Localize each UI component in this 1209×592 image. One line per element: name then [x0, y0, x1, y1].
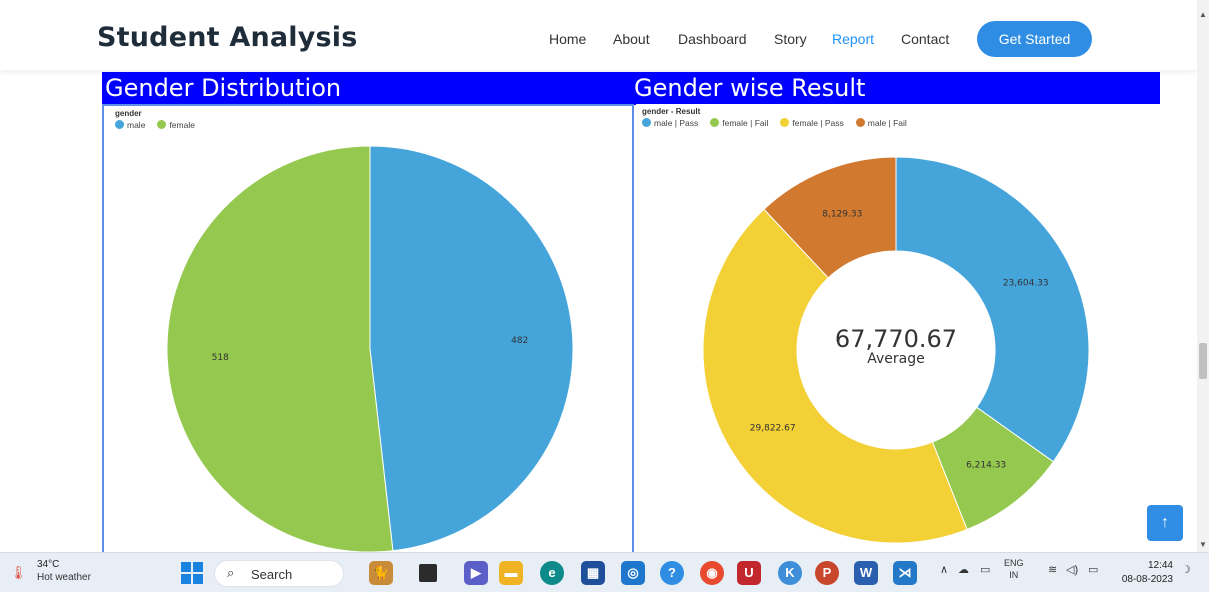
nav-item-home[interactable]: Home — [549, 31, 586, 47]
teams-icon[interactable]: ▶ — [464, 561, 488, 585]
chrome-profile-icon[interactable]: K — [778, 561, 802, 585]
cat-widget-icon[interactable]: 🐈 — [369, 561, 393, 585]
clock-time: 12:44 — [1147, 560, 1173, 571]
nav-item-report[interactable]: Report — [832, 31, 874, 47]
weather-temperature: 34°C — [37, 559, 60, 570]
arrow-up-icon: ↑ — [1161, 514, 1169, 531]
nav-item-contact[interactable]: Contact — [901, 31, 949, 47]
nav-item-story[interactable]: Story — [774, 31, 807, 47]
nav-item-about[interactable]: About — [613, 31, 650, 47]
file-explorer-icon[interactable]: ▬ — [499, 561, 523, 585]
gender-result-title: Gender wise Result — [632, 72, 1160, 105]
gender-result-donut-visual[interactable]: gender - Result male | Pass female | Fail… — [636, 104, 1162, 552]
gender-result-donut-chart: 23,604.33 6,214.33 29,822.67 8,129.33 67,770… — [702, 156, 1090, 544]
store-icon[interactable]: ▦ — [581, 561, 605, 585]
weather-description: Hot weather — [37, 572, 91, 583]
scroll-up-icon[interactable]: ▲ — [1199, 10, 1207, 19]
gender-distribution-title: Gender Distribution — [102, 72, 632, 105]
notifications-icon[interactable]: ☽ — [1181, 563, 1191, 576]
vscode-icon[interactable]: ⋊ — [893, 561, 917, 585]
language-region: IN — [1009, 570, 1019, 580]
clock-date: 08-08-2023 — [1121, 574, 1173, 585]
thermometer-icon: 🌡 — [10, 565, 27, 580]
tray-chevron-icon[interactable]: ∧ — [940, 563, 948, 576]
task-view-icon[interactable] — [419, 564, 437, 582]
app-icon[interactable]: ◎ — [621, 561, 645, 585]
display-icon[interactable]: ▭ — [980, 563, 990, 576]
language-code: ENG — [1004, 558, 1024, 568]
search-icon: ⌕ — [227, 565, 235, 580]
scroll-down-icon[interactable]: ▼ — [1199, 540, 1207, 549]
chrome-icon[interactable]: ? — [660, 561, 684, 585]
scrollbar-thumb[interactable] — [1199, 343, 1207, 379]
word-icon[interactable]: W — [854, 561, 878, 585]
language-indicator[interactable]: ENG IN — [1004, 557, 1024, 581]
gender-pie-chart: 482 518 — [166, 145, 574, 552]
battery-icon[interactable]: ▭ — [1088, 563, 1098, 576]
back-to-top-button[interactable]: ↑ — [1147, 505, 1183, 541]
slice-female[interactable] — [166, 145, 394, 552]
data-label-female-pass: 29,822.67 — [750, 424, 796, 434]
taskbar-search-label: Search — [251, 567, 293, 582]
donut-center-value: 67,770.67 — [835, 325, 957, 353]
windows-start-icon[interactable] — [181, 562, 203, 584]
nav-item-dashboard[interactable]: Dashboard — [678, 31, 747, 47]
powerpoint-icon[interactable]: P — [815, 561, 839, 585]
volume-icon[interactable]: ◁) — [1066, 563, 1078, 576]
donut-center-label: Average — [867, 351, 925, 367]
cloud-icon[interactable]: ☁ — [958, 563, 969, 576]
taskbar: 🌡 34°C Hot weather ⌕ Search 🐈 ▶ ▬ e ▦ ◎ … — [0, 552, 1209, 592]
site-brand[interactable]: Student Analysis — [97, 22, 358, 53]
firefox-icon[interactable]: ◉ — [700, 561, 724, 585]
get-started-button[interactable]: Get Started — [977, 21, 1092, 57]
data-label-female: 518 — [212, 353, 229, 363]
wifi-icon[interactable]: ≋ — [1048, 563, 1057, 576]
mcafee-icon[interactable]: U — [737, 561, 761, 585]
edge-icon[interactable]: e — [540, 561, 564, 585]
slice-male[interactable] — [369, 145, 574, 552]
taskbar-clock[interactable]: 12:44 08-08-2023 — [1117, 559, 1173, 587]
gender-pie-visual[interactable]: gender male female 482 518 — [102, 104, 634, 554]
data-label-female-fail: 6,214.33 — [966, 460, 1006, 470]
data-label-male-pass: 23,604.33 — [1003, 279, 1049, 289]
page-scrollbar[interactable]: ▲ ▼ — [1197, 0, 1209, 552]
navbar: Student Analysis Home About Dashboard St… — [0, 0, 1197, 70]
taskbar-search[interactable]: ⌕ Search — [214, 560, 344, 587]
data-label-male: 482 — [511, 336, 528, 346]
page: Student Analysis Home About Dashboard St… — [0, 0, 1209, 592]
slice-male-pass[interactable] — [895, 156, 1090, 463]
data-label-male-fail: 8,129.33 — [822, 210, 862, 220]
